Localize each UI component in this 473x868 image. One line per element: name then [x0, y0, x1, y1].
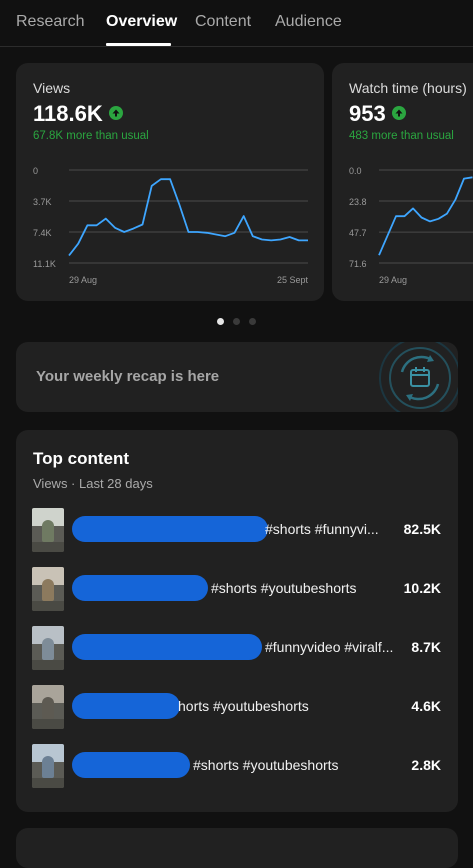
redaction-mark: [72, 752, 190, 778]
calendar-refresh-icon: [379, 342, 458, 412]
top-content-card: Top content Views · Last 28 days #shorts…: [16, 430, 458, 812]
recap-text: Your weekly recap is here: [36, 368, 220, 385]
video-views: 82.5K: [403, 521, 441, 537]
weekly-recap-card[interactable]: Your weekly recap is here: [16, 342, 458, 412]
section-title: Top content: [33, 449, 129, 468]
metric-delta: 67.8K more than usual: [33, 130, 149, 142]
watch-time-chart: 71.6 47.7 23.8 0.0 29 Aug: [349, 166, 473, 285]
x-tick-label: 29 Aug: [69, 275, 97, 285]
watch-time-card[interactable]: Watch time (hours) 953 483 more than usu…: [332, 63, 473, 301]
redaction-mark: [72, 516, 268, 542]
list-item[interactable]: #shorts #youtubeshorts 2.8K: [16, 744, 458, 788]
y-tick-label: 0: [33, 166, 38, 176]
active-tab-indicator: [106, 43, 171, 46]
trend-up-icon: [391, 106, 406, 121]
y-tick-label: 11.1K: [33, 259, 56, 269]
tab-research[interactable]: Research: [16, 13, 84, 31]
video-views: 8.7K: [411, 639, 441, 655]
video-thumbnail: [32, 567, 64, 611]
pager-dot-active[interactable]: [217, 318, 224, 325]
metric-value: 953: [349, 101, 406, 127]
redaction-mark: [72, 575, 208, 601]
metric-delta: 483 more than usual: [349, 130, 454, 142]
series-line: [68, 178, 308, 257]
y-tick-label: 3.7K: [33, 197, 52, 207]
x-tick-label: 29 Aug: [379, 275, 407, 285]
video-title: horts #youtubeshorts: [178, 698, 309, 714]
list-item[interactable]: #shorts #youtubeshorts 10.2K: [16, 567, 458, 611]
video-views: 2.8K: [411, 757, 441, 773]
video-thumbnail: [32, 744, 64, 788]
video-title: #shorts #youtubeshorts: [193, 757, 339, 773]
y-tick-label: 47.7: [349, 228, 367, 238]
video-thumbnail: [32, 685, 64, 729]
pager-dot[interactable]: [233, 318, 240, 325]
y-tick-label: 71.6: [349, 259, 367, 269]
views-card[interactable]: Views 118.6K 67.8K more than usual 11.1K…: [16, 63, 324, 301]
tab-audience[interactable]: Audience: [275, 13, 342, 31]
y-tick-label: 7.4K: [33, 228, 52, 238]
next-section-card: [16, 828, 458, 868]
metric-value: 118.6K: [33, 101, 123, 127]
list-item[interactable]: #shorts #funnyvi... 82.5K: [16, 508, 458, 552]
trend-up-icon: [108, 106, 123, 121]
video-thumbnail: [32, 626, 64, 670]
y-tick-label: 23.8: [349, 197, 367, 207]
list-item[interactable]: horts #youtubeshorts 4.6K: [16, 685, 458, 729]
list-item[interactable]: #funnyvideo #viralf... 8.7K: [16, 626, 458, 670]
tab-content[interactable]: Content: [195, 13, 251, 31]
video-title: #funnyvideo #viralf...: [265, 639, 393, 655]
y-tick-label: 0.0: [349, 166, 362, 176]
series-line: [378, 176, 473, 256]
video-views: 10.2K: [403, 580, 441, 596]
views-value: 118.6K: [33, 101, 103, 126]
video-title: #shorts #youtubeshorts: [211, 580, 357, 596]
x-tick-label: 25 Sept: [277, 275, 309, 285]
redaction-mark: [72, 634, 262, 660]
video-views: 4.6K: [411, 698, 441, 714]
video-title: #shorts #funnyvi...: [265, 521, 379, 537]
tab-bar: Research Overview Content Audience: [0, 0, 473, 47]
watch-time-value: 953: [349, 101, 386, 126]
views-chart: 11.1K 7.4K 3.7K 0 29 Aug 25 Sept: [33, 166, 309, 285]
section-subtitle: Views · Last 28 days: [33, 476, 153, 491]
redaction-mark: [72, 693, 180, 719]
video-thumbnail: [32, 508, 64, 552]
metric-title: Watch time (hours): [349, 80, 467, 96]
pager-dot[interactable]: [249, 318, 256, 325]
metric-title: Views: [33, 80, 71, 96]
tab-overview[interactable]: Overview: [106, 13, 177, 31]
